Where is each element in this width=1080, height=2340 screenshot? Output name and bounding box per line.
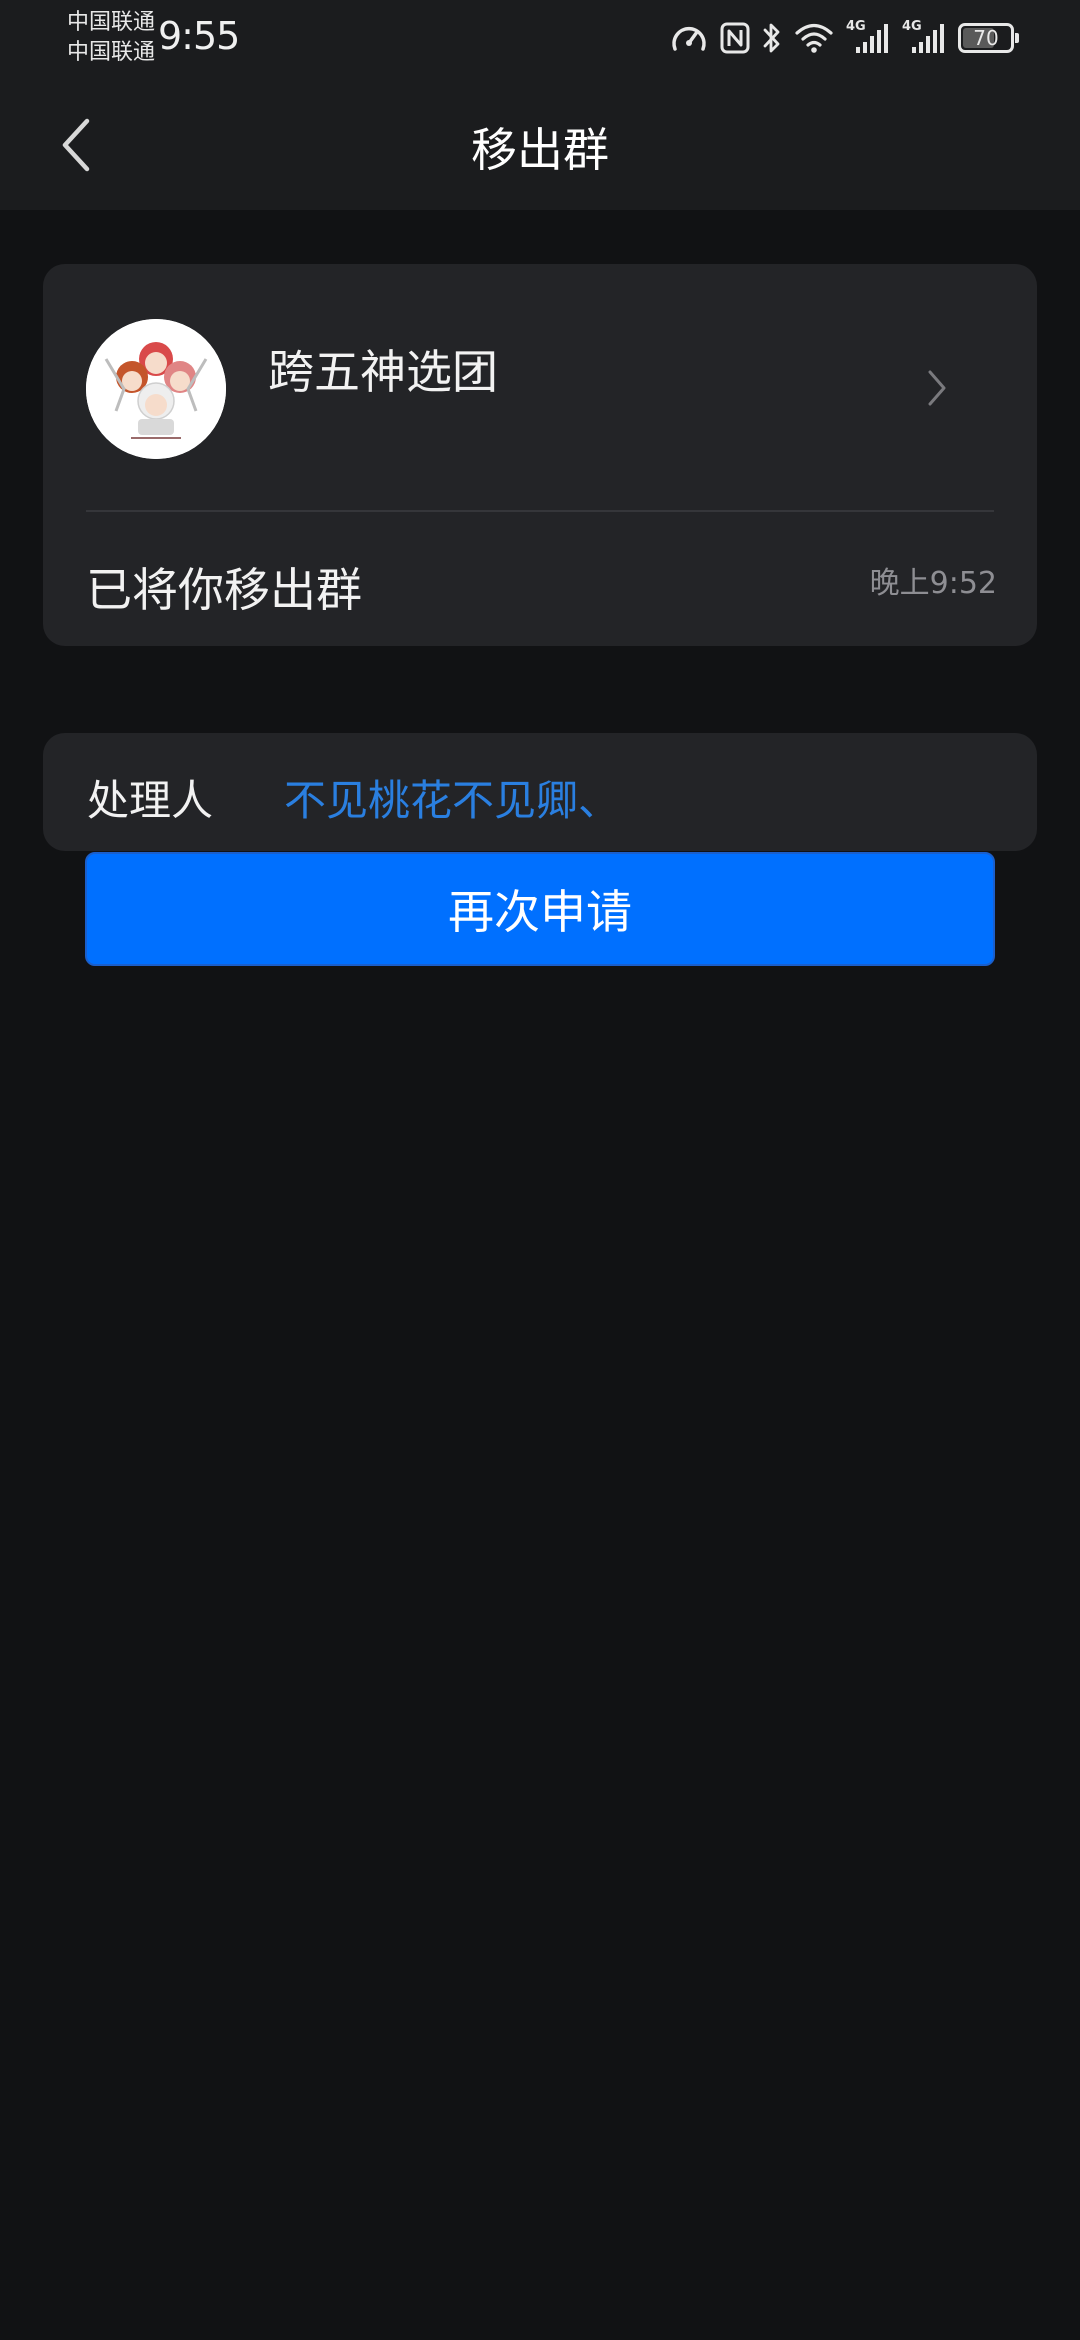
signal-2: 4G	[902, 19, 946, 55]
wifi-icon	[795, 23, 833, 53]
group-avatar[interactable]	[86, 319, 226, 459]
group-name: 跨五神选团	[268, 345, 498, 399]
group-avatar-image	[86, 319, 226, 459]
bluetooth-icon	[763, 23, 780, 53]
speedometer-icon	[672, 26, 706, 51]
page-title: 移出群	[471, 123, 609, 177]
nav-bar: 移出群	[0, 80, 1080, 210]
notice-timestamp: 晚上9:52	[869, 566, 997, 601]
handler-card: 处理人 不见桃花不见卿、	[43, 733, 1037, 851]
group-card: 跨五神选团 已将你移出群 晚上9:52	[43, 264, 1037, 646]
signal-strength-icon	[856, 24, 888, 53]
status-bar: 中国联通 中国联通 9:55 4G 4G 70	[0, 0, 1080, 80]
status-time: 9:55	[158, 14, 240, 58]
battery-level: 70	[973, 26, 999, 50]
reapply-button[interactable]: 再次申请	[85, 852, 995, 966]
carrier-info: 中国联通 中国联通	[67, 8, 155, 68]
carrier-1: 中国联通	[67, 10, 156, 35]
battery-icon: 70	[958, 23, 1019, 53]
divider	[86, 510, 994, 512]
handler-name-link[interactable]: 不见桃花不见卿、	[284, 767, 620, 828]
nfc-icon	[720, 22, 750, 54]
carrier-2: 中国联通	[67, 40, 156, 65]
signal-strength-icon	[912, 24, 944, 53]
status-icons: 4G 4G 70	[670, 18, 1019, 58]
handler-label: 处理人	[87, 776, 214, 825]
signal-1: 4G	[846, 19, 890, 55]
removal-notice: 已将你移出群	[86, 563, 362, 617]
chevron-right-icon	[917, 368, 957, 408]
